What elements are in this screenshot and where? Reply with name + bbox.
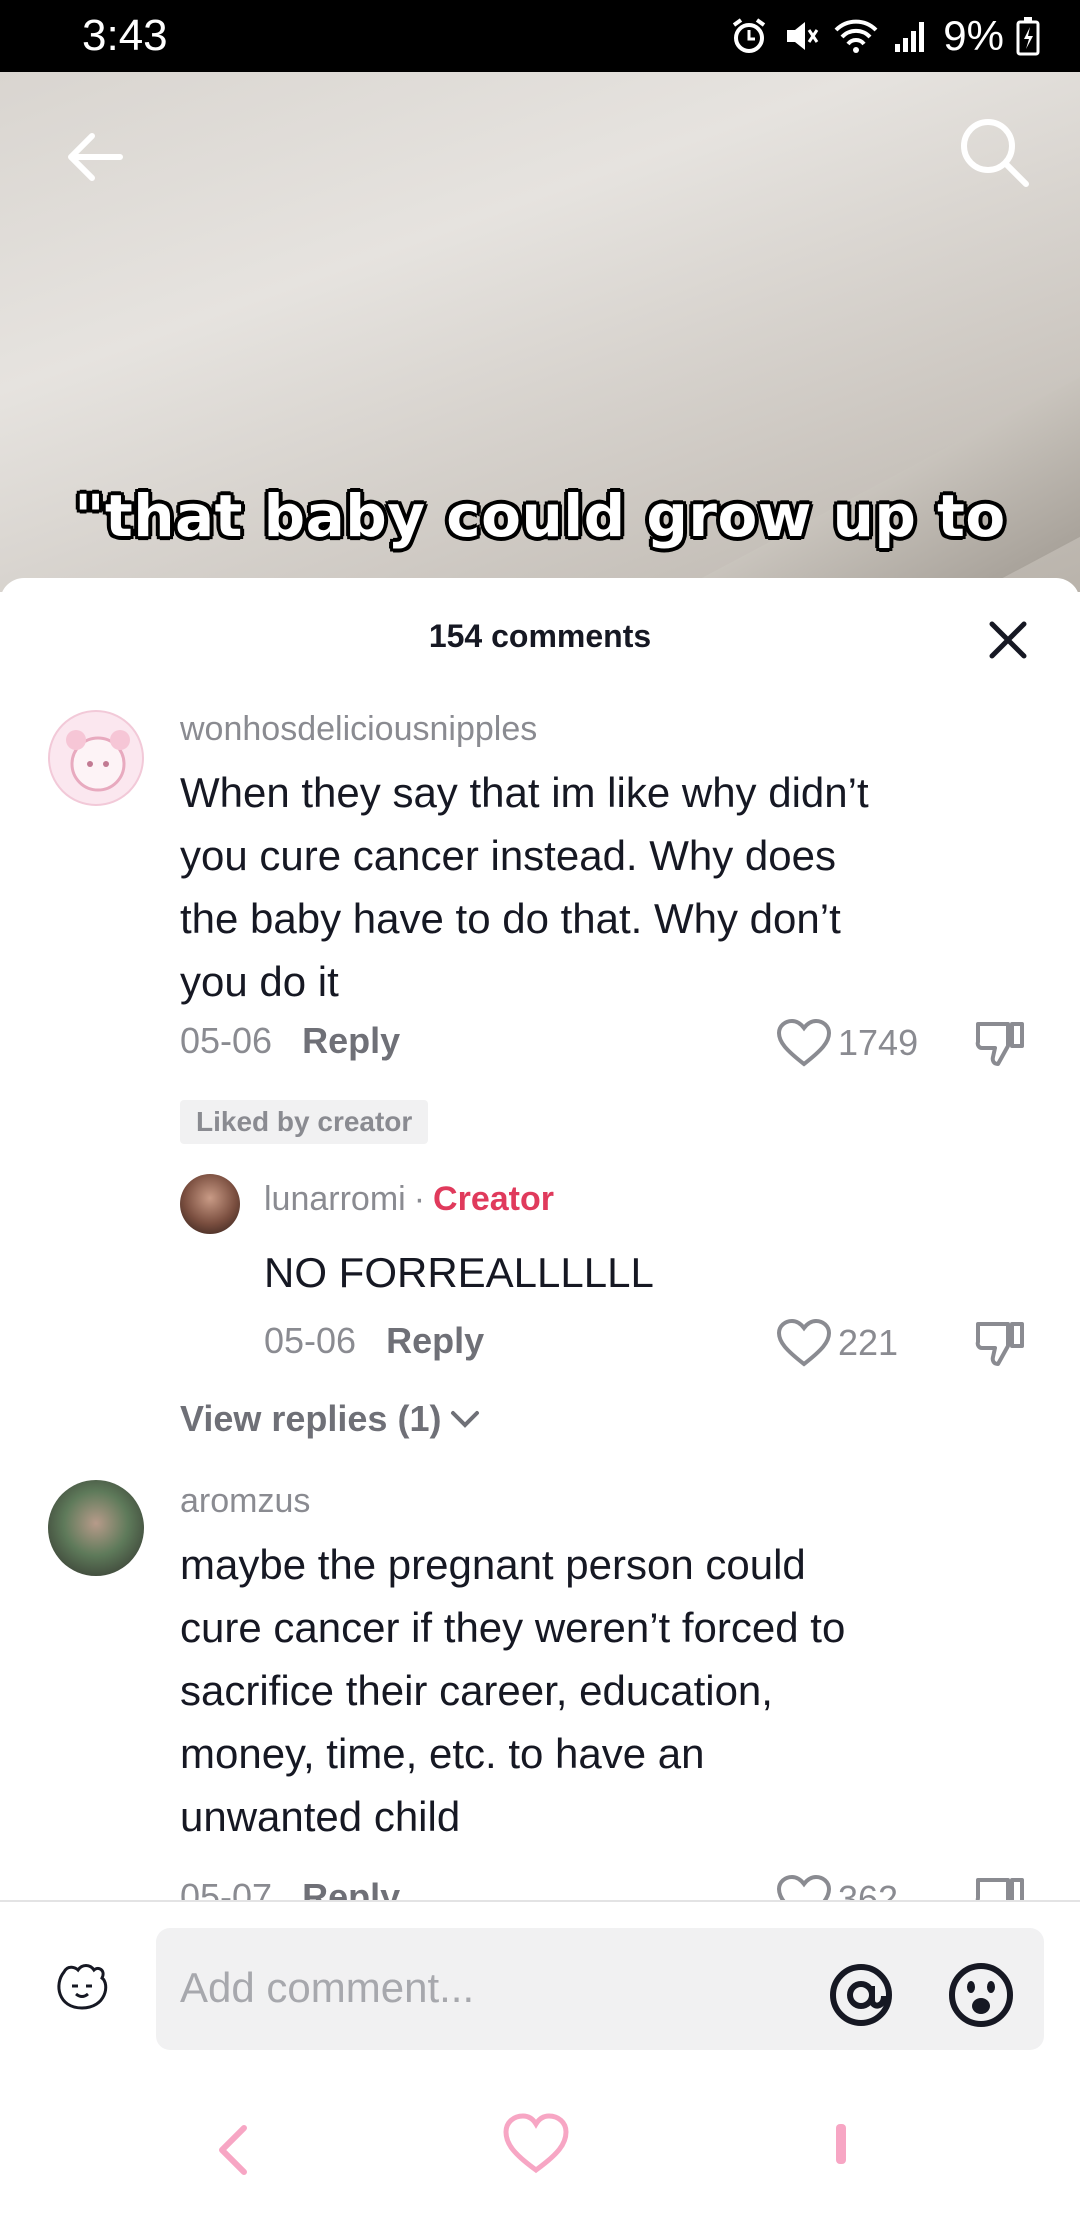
avatar[interactable] [180, 1174, 240, 1234]
comment-meta: 05-06 Reply [180, 1020, 400, 1062]
like-button[interactable]: 221 [776, 1318, 898, 1368]
reply-meta: 05-06 Reply [264, 1320, 484, 1362]
dislike-icon[interactable] [974, 1318, 1026, 1370]
reply-username[interactable]: lunarromi [264, 1180, 406, 1218]
like-count: 1749 [838, 1022, 919, 1063]
avatar[interactable] [48, 710, 144, 806]
reply-text: NO FORREALLLLLL [264, 1249, 654, 1296]
mention-icon[interactable] [828, 1962, 894, 2028]
sticker-icon[interactable] [54, 1962, 110, 2014]
heart-icon [776, 1318, 832, 1367]
alarm-icon [733, 18, 766, 53]
signal-icon [895, 22, 925, 52]
separator-dot: · [413, 1180, 426, 1218]
comments-count-title: 154 comments [428, 618, 652, 654]
view-replies-button[interactable]: View replies (1) [180, 1398, 483, 1440]
comment-input[interactable]: Add comment... [156, 1928, 1044, 2050]
creator-tag: Creator [433, 1180, 554, 1218]
comment-input-bar: Add comment... [0, 1900, 1080, 2060]
comment-text: maybe the pregnant person could cure can… [180, 1541, 846, 1840]
chevron-down-icon [451, 1411, 480, 1428]
dislike-icon[interactable] [974, 1018, 1026, 1070]
reply-username-row: lunarromi · Creator [264, 1180, 554, 1219]
avatar-anime-icon [66, 730, 130, 792]
battery-percent: 9% [943, 12, 1004, 59]
status-time: 3:43 [82, 11, 168, 60]
heart-icon [776, 1018, 832, 1067]
video-caption: "that baby could grow up to [74, 482, 1006, 550]
emoji-icon[interactable] [948, 1962, 1014, 2028]
view-replies-label: View replies (1) [180, 1398, 442, 1439]
comment-text: When they say that im like why didn’t yo… [180, 769, 869, 1005]
video-player[interactable]: "that baby could grow up to [0, 72, 1080, 592]
wifi-icon [834, 19, 878, 53]
comment-input-placeholder: Add comment... [180, 1964, 475, 2011]
liked-by-creator-badge: Liked by creator [180, 1100, 429, 1144]
status-icons: 9% [729, 12, 1040, 60]
system-nav-bar [0, 2060, 1080, 2220]
video-background-shelf [640, 313, 1080, 592]
like-count: 221 [838, 1322, 899, 1363]
nav-recents-icon[interactable] [836, 2124, 846, 2164]
nav-back-icon[interactable] [210, 2120, 254, 2180]
avatar[interactable] [48, 1480, 144, 1576]
close-icon[interactable] [984, 616, 1032, 664]
comment-date: 05-06 [180, 1020, 273, 1061]
nav-home-heart-icon[interactable] [500, 2110, 572, 2178]
comment-username[interactable]: aromzus [180, 1482, 310, 1521]
mute-icon [787, 22, 819, 50]
search-icon[interactable] [954, 112, 1034, 192]
reply-button[interactable]: Reply [386, 1320, 484, 1361]
comment-username[interactable]: wonhosdeliciousnipples [180, 710, 537, 749]
reply-button[interactable]: Reply [302, 1020, 400, 1061]
status-bar: 3:43 9% [0, 0, 1080, 72]
like-button[interactable]: 1749 [776, 1018, 918, 1068]
battery-charging-icon [1016, 17, 1040, 56]
reply-date: 05-06 [264, 1320, 357, 1361]
back-arrow-icon[interactable] [60, 122, 130, 192]
